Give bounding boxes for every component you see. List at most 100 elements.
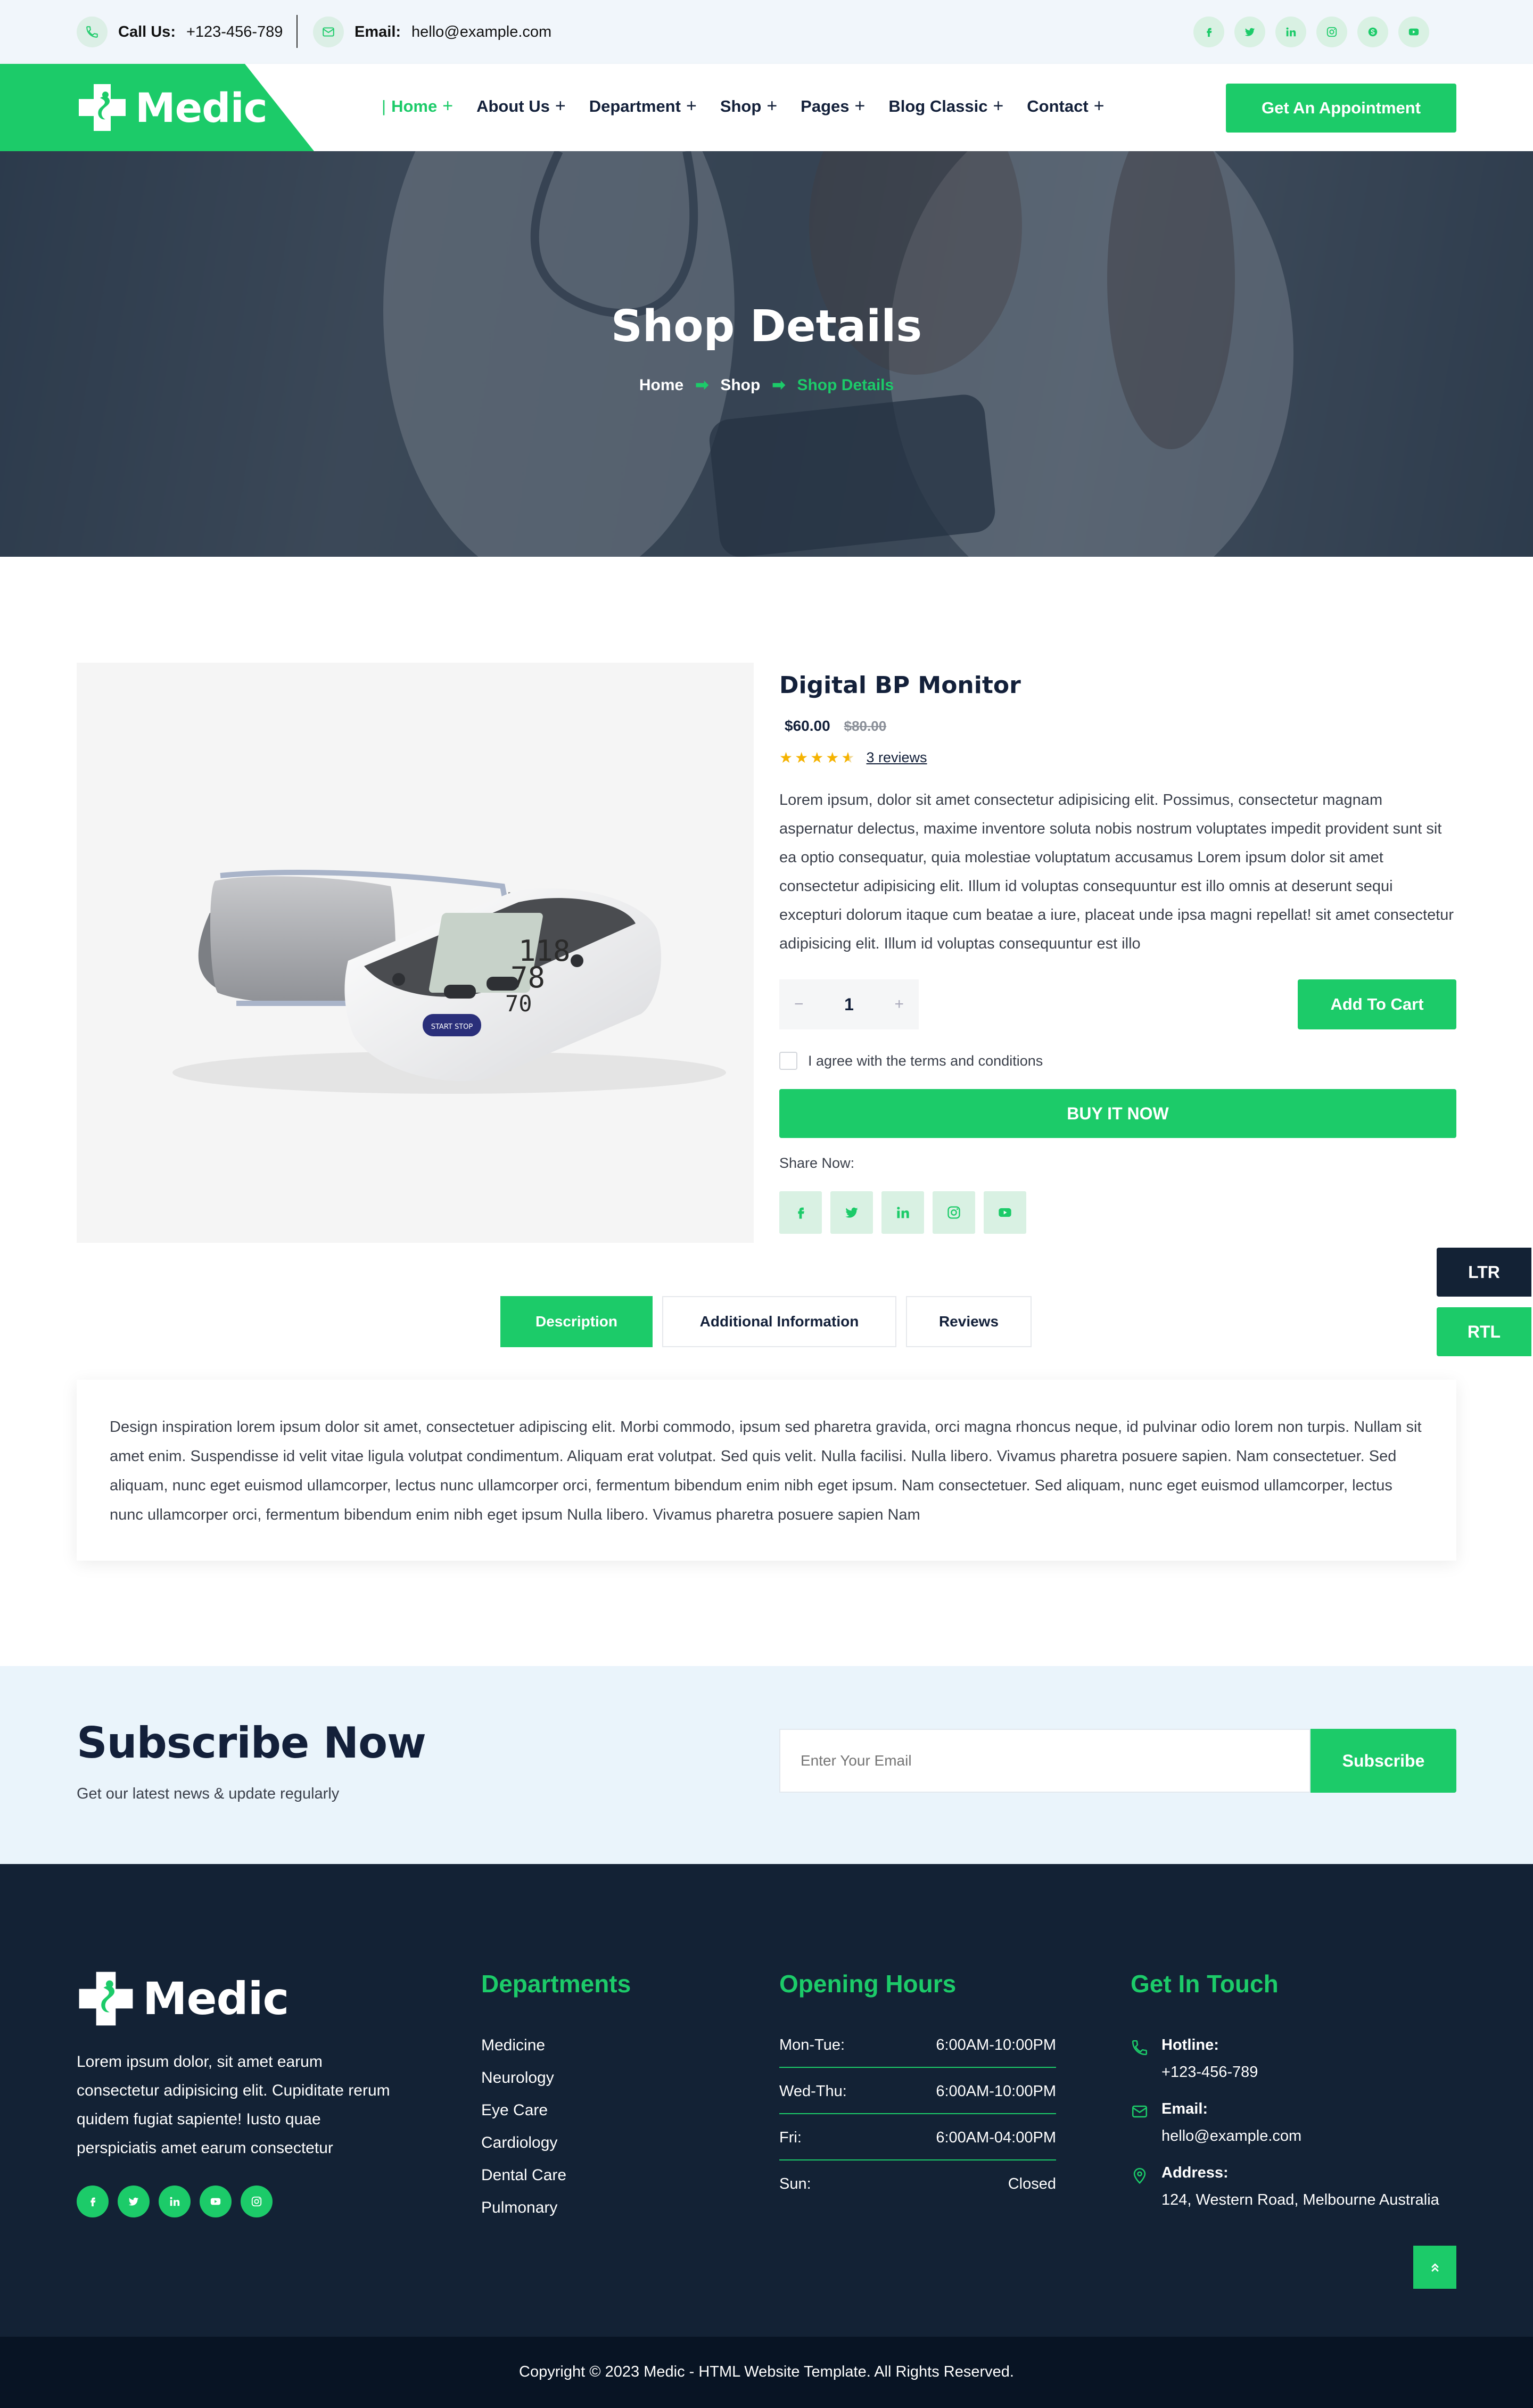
hours-time: 6:00AM-04:00PM bbox=[936, 2129, 1056, 2146]
call-label: Call Us: bbox=[118, 23, 176, 40]
instagram-icon[interactable] bbox=[933, 1191, 975, 1234]
subscribe-subtitle: Get our latest news & update regularly bbox=[77, 1785, 340, 1802]
address-label: Address: bbox=[1161, 2164, 1229, 2181]
monitor-pulse-value: 70 bbox=[505, 991, 532, 1017]
product-tabs: Description Additional Information Revie… bbox=[500, 1296, 1032, 1347]
top-bar: Call Us: +123-456-789 Email: hello@examp… bbox=[0, 0, 1533, 64]
call-info: Call Us: +123-456-789 bbox=[77, 17, 283, 47]
facebook-icon[interactable] bbox=[77, 2186, 109, 2217]
breadcrumb-current: Shop Details bbox=[797, 376, 894, 394]
twitter-icon[interactable] bbox=[1234, 17, 1265, 47]
qty-plus-button[interactable]: + bbox=[894, 995, 904, 1013]
contact-address: Address: 124, Western Road, Melbourne Aus… bbox=[1131, 2164, 1439, 2209]
department-link[interactable]: Eye Care bbox=[481, 2101, 566, 2120]
hours-day: Mon-Tue: bbox=[779, 2036, 845, 2054]
opening-hours-title: Opening Hours bbox=[779, 1970, 957, 1998]
breadcrumb-shop[interactable]: Shop bbox=[720, 376, 760, 394]
terms-label: I agree with the terms and conditions bbox=[808, 1052, 1043, 1069]
call-value[interactable]: +123-456-789 bbox=[186, 23, 283, 41]
hotline-value[interactable]: +123-456-789 bbox=[1161, 2064, 1258, 2081]
nav-item-blog[interactable]: Blog Classic + bbox=[888, 96, 1003, 117]
department-link[interactable]: Neurology bbox=[481, 2069, 566, 2087]
top-social bbox=[1193, 17, 1429, 47]
rtl-button[interactable]: RTL bbox=[1437, 1307, 1531, 1356]
plus-icon: + bbox=[854, 96, 866, 116]
scroll-to-top-button[interactable] bbox=[1413, 2246, 1456, 2289]
plus-icon: + bbox=[767, 96, 778, 116]
email-value[interactable]: hello@example.com bbox=[1161, 2127, 1301, 2145]
department-link[interactable]: Cardiology bbox=[481, 2134, 566, 2152]
mail-icon bbox=[1132, 2105, 1148, 2118]
footer-about: Lorem ipsum dolor, sit amet earum consec… bbox=[77, 2053, 390, 2157]
divider bbox=[296, 15, 298, 48]
nav-label: Contact bbox=[1027, 96, 1089, 116]
qty-minus-button[interactable]: − bbox=[794, 995, 804, 1013]
nav-item-about[interactable]: About Us + bbox=[476, 96, 566, 117]
subscribe-email-input[interactable] bbox=[779, 1729, 1311, 1793]
skype-icon[interactable] bbox=[1357, 17, 1388, 47]
appointment-button[interactable]: Get An Appointment bbox=[1226, 84, 1456, 133]
hero-overlay bbox=[0, 151, 1533, 557]
breadcrumb-home[interactable]: Home bbox=[639, 376, 683, 394]
nav-label: Department bbox=[589, 96, 681, 116]
youtube-icon[interactable] bbox=[200, 2186, 232, 2217]
medic-cross-icon bbox=[79, 1972, 133, 2026]
linkedin-icon[interactable] bbox=[881, 1191, 924, 1234]
footer: Medic Lorem ipsum dolor, sit amet earum … bbox=[0, 1864, 1533, 2337]
department-link[interactable]: Dental Care bbox=[481, 2166, 566, 2184]
email-label: Email: bbox=[355, 23, 401, 40]
logo[interactable]: Medic bbox=[77, 82, 268, 133]
nav-item-pages[interactable]: Pages + bbox=[801, 96, 865, 117]
tab-panel: Design inspiration lorem ipsum dolor sit… bbox=[77, 1380, 1456, 1561]
share-label: Share Now: bbox=[779, 1155, 855, 1171]
qty-value[interactable]: 1 bbox=[844, 995, 854, 1015]
facebook-icon[interactable] bbox=[1193, 17, 1224, 47]
footer-logo[interactable]: Medic bbox=[77, 1969, 289, 2028]
add-to-cart-button[interactable]: Add To Cart bbox=[1298, 979, 1456, 1029]
mail-icon bbox=[313, 17, 344, 47]
subscribe-button[interactable]: Subscribe bbox=[1311, 1729, 1456, 1793]
facebook-icon[interactable] bbox=[779, 1191, 822, 1234]
product-rating: ★★★★★ 3 reviews bbox=[779, 749, 927, 766]
subscribe-section: Subscribe Now Get our latest news & upda… bbox=[0, 1666, 1533, 1864]
reviews-link[interactable]: 3 reviews bbox=[867, 749, 927, 766]
nav-label: About Us bbox=[476, 96, 550, 116]
instagram-icon[interactable] bbox=[241, 2186, 273, 2217]
nav-item-home[interactable]: | Home + bbox=[382, 96, 453, 117]
department-link[interactable]: Pulmonary bbox=[481, 2199, 566, 2217]
phone-icon bbox=[77, 17, 108, 47]
instagram-icon[interactable] bbox=[1316, 17, 1347, 47]
nav-item-shop[interactable]: Shop + bbox=[720, 96, 777, 117]
linkedin-icon[interactable] bbox=[159, 2186, 191, 2217]
address-value: 124, Western Road, Melbourne Australia bbox=[1161, 2191, 1439, 2208]
monitor-start-label: START STOP bbox=[431, 1023, 473, 1031]
arrow-right-icon: ➡ bbox=[695, 376, 709, 394]
department-link[interactable]: Medicine bbox=[481, 2036, 566, 2055]
twitter-icon[interactable] bbox=[830, 1191, 873, 1234]
buy-now-button[interactable]: BUY IT NOW bbox=[779, 1089, 1456, 1138]
plus-icon: + bbox=[442, 96, 454, 116]
tab-description[interactable]: Description bbox=[500, 1296, 653, 1347]
hours-time: 6:00AM-10:00PM bbox=[936, 2083, 1056, 2100]
double-chevron-up-icon bbox=[1431, 2263, 1439, 2272]
ltr-button[interactable]: LTR bbox=[1437, 1248, 1531, 1297]
page-title: Shop Details bbox=[611, 301, 922, 352]
twitter-icon[interactable] bbox=[118, 2186, 150, 2217]
email-value[interactable]: hello@example.com bbox=[411, 23, 551, 41]
email-info: Email: hello@example.com bbox=[313, 17, 551, 47]
nav-item-department[interactable]: Department + bbox=[589, 96, 697, 117]
plus-icon: + bbox=[555, 96, 566, 116]
youtube-icon[interactable] bbox=[1398, 17, 1429, 47]
nav-item-contact[interactable]: Contact + bbox=[1027, 96, 1104, 117]
hours-row: Sun: Closed bbox=[779, 2175, 1056, 2206]
linkedin-icon[interactable] bbox=[1275, 17, 1306, 47]
departments-list: Medicine Neurology Eye Care Cardiology D… bbox=[481, 2036, 566, 2217]
tab-reviews[interactable]: Reviews bbox=[906, 1296, 1032, 1347]
hours-row: Mon-Tue: 6:00AM-10:00PM bbox=[779, 2036, 1056, 2068]
tab-additional-information[interactable]: Additional Information bbox=[662, 1296, 896, 1347]
youtube-icon[interactable] bbox=[984, 1191, 1026, 1234]
terms-checkbox[interactable] bbox=[779, 1052, 797, 1070]
opening-hours-list: Mon-Tue: 6:00AM-10:00PM Wed-Thu: 6:00AM-10… bbox=[779, 2036, 1056, 2206]
hours-time: 6:00AM-10:00PM bbox=[936, 2036, 1056, 2054]
share-icons bbox=[779, 1191, 1026, 1234]
